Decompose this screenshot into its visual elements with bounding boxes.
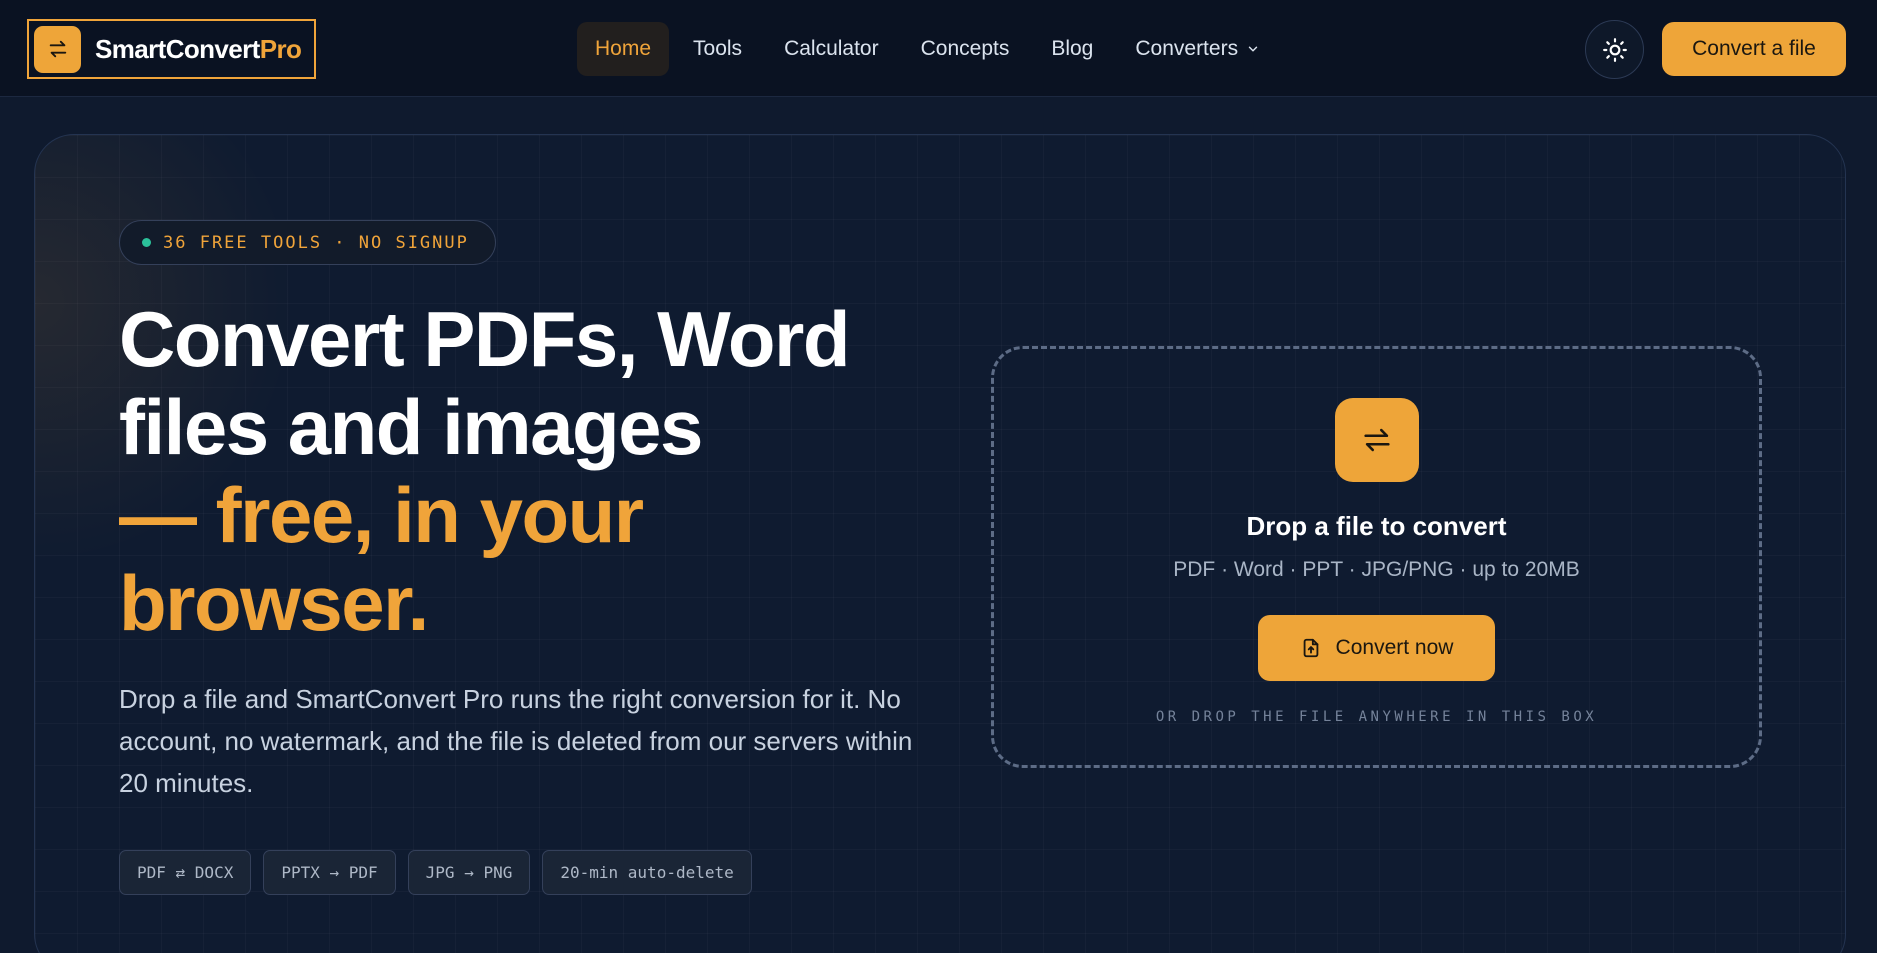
drop-zone-formats: PDF · Word · PPT · JPG/PNG · up to 20MB: [1173, 558, 1580, 581]
file-upload-icon: [1303, 638, 1318, 658]
nav-item-concepts[interactable]: Concepts: [903, 22, 1028, 76]
headline-line-1: Convert PDFs, Word: [119, 295, 850, 383]
logo-accent: Pro: [259, 33, 302, 64]
file-drop-zone[interactable]: Drop a file to convert PDF · Word · PPT …: [991, 346, 1762, 768]
headline-line-2: files and images: [119, 383, 703, 471]
convert-a-file-button[interactable]: Convert a file: [1662, 22, 1846, 76]
nav-item-home[interactable]: Home: [577, 22, 670, 76]
chip-pdf-docx: PDF ⇄ DOCX: [119, 850, 252, 895]
hero-card: 36 FREE TOOLS · NO SIGNUP Convert PDFs, …: [34, 134, 1846, 953]
status-dot: [142, 238, 151, 247]
swap-arrows-icon: [1334, 398, 1419, 482]
hero-headline: Convert PDFs, Word files and images — fr…: [119, 295, 939, 647]
badge-text: 36 FREE TOOLS · NO SIGNUP: [163, 232, 469, 253]
main-nav: Home Tools Calculator Concepts Blog Conv…: [577, 22, 1284, 76]
format-chips: PDF ⇄ DOCX PPTX → PDF JPG → PNG 20-min a…: [119, 850, 764, 895]
page: SmartConvertPro Home Tools Calculator Co…: [0, 0, 1877, 953]
convert-now-button[interactable]: Convert now: [1258, 615, 1495, 681]
nav-item-converters[interactable]: Converters: [1117, 22, 1278, 76]
convert-now-label: Convert now: [1335, 636, 1454, 659]
sun-icon: [1602, 37, 1627, 62]
theme-toggle-button[interactable]: [1585, 20, 1644, 79]
chevron-down-icon: [1248, 46, 1258, 52]
nav-item-converters-label: Converters: [1135, 37, 1239, 60]
headline-line-3: — free, in your browser.: [119, 471, 644, 647]
drop-zone-title: Drop a file to convert: [1246, 511, 1507, 541]
chip-pptx-pdf: PPTX → PDF: [263, 850, 396, 895]
site-header: SmartConvertPro Home Tools Calculator Co…: [0, 0, 1877, 97]
nav-item-tools[interactable]: Tools: [675, 22, 760, 76]
logo[interactable]: SmartConvertPro: [27, 19, 316, 79]
chip-jpg-png: JPG → PNG: [407, 850, 531, 895]
drop-zone-hint: OR DROP THE FILE ANYWHERE IN THIS BOX: [1155, 709, 1598, 725]
swap-arrows-icon: [34, 25, 81, 73]
nav-item-calculator[interactable]: Calculator: [766, 22, 897, 76]
tools-badge: 36 FREE TOOLS · NO SIGNUP: [119, 220, 496, 265]
chip-auto-delete: 20-min auto-delete: [542, 850, 752, 895]
logo-name: SmartConvert: [95, 33, 260, 64]
hero-description: Drop a file and SmartConvert Pro runs th…: [119, 684, 913, 798]
logo-text: SmartConvertPro: [95, 33, 302, 65]
nav-item-blog[interactable]: Blog: [1033, 22, 1111, 76]
